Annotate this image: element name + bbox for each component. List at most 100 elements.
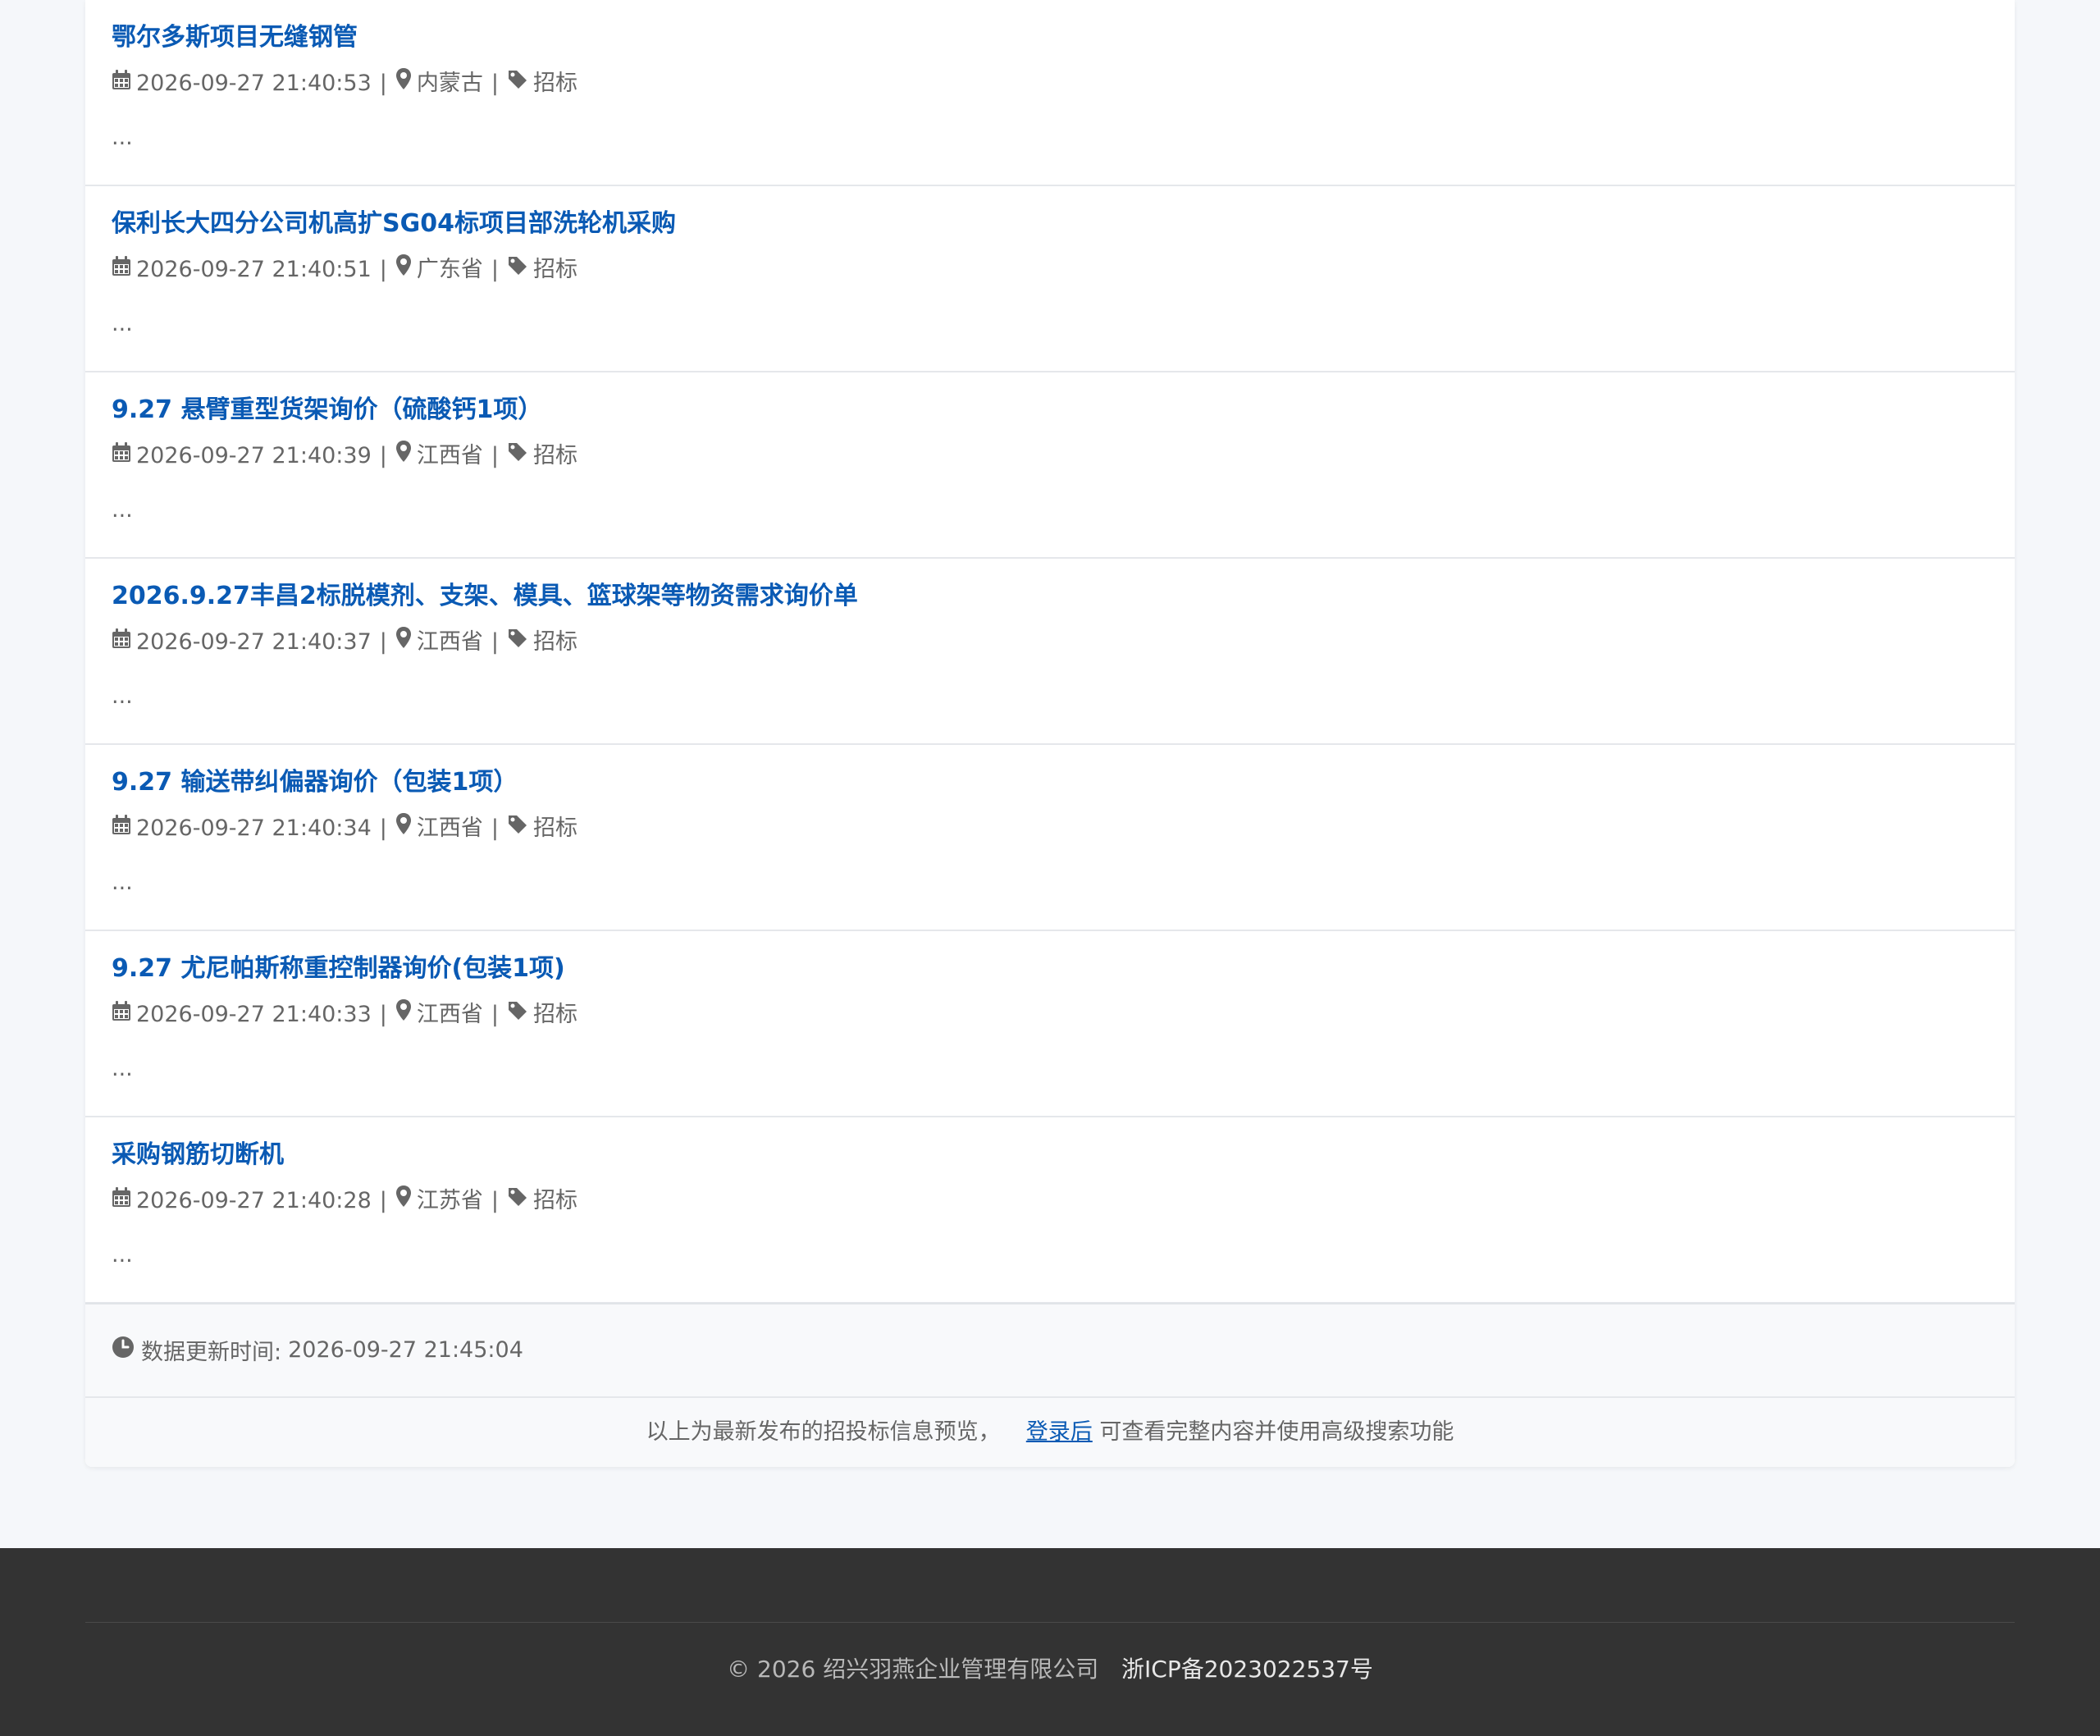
item-region: 江西省 — [416, 443, 483, 468]
meta-separator: | — [491, 257, 499, 282]
data-update-row: 数据更新时间: 2026-09-27 21:45:04 — [85, 1303, 2015, 1398]
tag-icon — [507, 626, 528, 659]
result-list: 鄂尔多斯项目无缝钢管 2026-09-27 21:40:53 | 内蒙古 | 招标... 保… — [85, 0, 2015, 1304]
item-type: 招标 — [532, 815, 578, 841]
item-region: 江西省 — [416, 629, 483, 655]
meta-separator: | — [491, 1188, 499, 1213]
item-summary: ... — [112, 497, 133, 523]
meta-separator: | — [491, 443, 499, 468]
item-date: 2026-09-27 21:40:51 — [136, 257, 372, 282]
item-summary: ... — [112, 683, 133, 709]
item-region: 广东省 — [416, 257, 483, 282]
notice-prefix: 以上为最新发布的招投标信息预览， — [646, 1419, 1001, 1445]
map-marker-icon — [395, 998, 412, 1031]
meta-separator: | — [491, 629, 499, 655]
update-time: 2026-09-27 21:45:04 — [288, 1337, 523, 1363]
item-date: 2026-09-27 21:40:37 — [136, 629, 372, 655]
list-item: 9.27 悬臂重型货架询价（硫酸钙1项） 2026-09-27 21:40:39 |… — [85, 372, 2015, 559]
item-meta: 2026-09-27 21:40:33 | 江西省 | 招标 — [112, 998, 578, 1031]
meta-separator: | — [379, 71, 387, 96]
item-region: 江西省 — [416, 1002, 483, 1027]
list-item: 9.27 输送带纠偏器询价（包装1项） 2026-09-27 21:40:34 | 江… — [85, 745, 2015, 931]
list-item: 9.27 尤尼帕斯称重控制器询价(包装1项) 2026-09-27 21:40:3… — [85, 931, 2015, 1117]
calendar-icon — [112, 1185, 131, 1217]
meta-separator: | — [379, 443, 387, 468]
calendar-icon — [112, 998, 131, 1031]
map-marker-icon — [395, 254, 412, 286]
item-title-link[interactable]: 9.27 悬臂重型货架询价（硫酸钙1项） — [112, 391, 542, 430]
item-meta: 2026-09-27 21:40:34 | 江西省 | 招标 — [112, 812, 578, 845]
map-marker-icon — [395, 1185, 412, 1217]
item-summary: ... — [112, 1056, 133, 1081]
item-type: 招标 — [532, 1002, 578, 1027]
item-meta: 2026-09-27 21:40:39 | 江西省 | 招标 — [112, 440, 578, 473]
list-item: 2026.9.27丰昌2标脱模剂、支架、模具、篮球架等物资需求询价单 2026-0… — [85, 559, 2015, 745]
item-date: 2026-09-27 21:40:39 — [136, 443, 372, 468]
icp-link[interactable]: 浙ICP备2023022537号 — [1121, 1656, 1373, 1683]
item-meta: 2026-09-27 21:40:51 | 广东省 | 招标 — [112, 254, 578, 286]
item-meta: 2026-09-27 21:40:28 | 江苏省 | 招标 — [112, 1185, 578, 1217]
tag-icon — [507, 254, 528, 286]
tag-icon — [507, 812, 528, 845]
item-type: 招标 — [532, 1188, 578, 1213]
footer-copyright: © 2026 绍兴羽燕企业管理有限公司 — [727, 1656, 1099, 1683]
item-title-link[interactable]: 9.27 尤尼帕斯称重控制器询价(包装1项) — [112, 949, 565, 989]
item-summary: ... — [112, 311, 133, 336]
item-type: 招标 — [532, 71, 578, 96]
update-label: 数据更新时间: — [141, 1340, 282, 1365]
item-title-link[interactable]: 采购钢筋切断机 — [112, 1135, 284, 1175]
footer: © 2026 绍兴羽燕企业管理有限公司 浙ICP备2023022537号 — [0, 1548, 2100, 1736]
meta-separator: | — [379, 1188, 387, 1213]
item-summary: ... — [112, 125, 133, 150]
meta-separator: | — [379, 629, 387, 655]
item-region: 江苏省 — [416, 1188, 483, 1213]
page: 鄂尔多斯项目无缝钢管 2026-09-27 21:40:53 | 内蒙古 | 招标... 保… — [0, 0, 2100, 1736]
item-date: 2026-09-27 21:40:33 — [136, 1002, 372, 1027]
item-date: 2026-09-27 21:40:53 — [136, 71, 372, 96]
tag-icon — [507, 998, 528, 1031]
calendar-icon — [112, 67, 131, 100]
item-summary: ... — [112, 870, 133, 895]
item-title-link[interactable]: 2026.9.27丰昌2标脱模剂、支架、模具、篮球架等物资需求询价单 — [112, 577, 858, 616]
item-date: 2026-09-27 21:40:28 — [136, 1188, 372, 1213]
item-type: 招标 — [532, 629, 578, 655]
item-meta: 2026-09-27 21:40:37 | 江西省 | 招标 — [112, 626, 578, 659]
calendar-icon — [112, 440, 131, 473]
map-marker-icon — [395, 440, 412, 473]
footer-divider — [85, 1622, 2015, 1623]
meta-separator: | — [491, 1002, 499, 1027]
notice-suffix: 可查看完整内容并使用高级搜索功能 — [1099, 1419, 1454, 1445]
clock-icon — [112, 1336, 135, 1364]
map-marker-icon — [395, 67, 412, 100]
item-title-link[interactable]: 保利长大四分公司机高扩SG04标项目部洗轮机采购 — [112, 204, 676, 244]
item-meta: 2026-09-27 21:40:53 | 内蒙古 | 招标 — [112, 67, 578, 100]
item-date: 2026-09-27 21:40:34 — [136, 815, 372, 841]
item-region: 内蒙古 — [416, 71, 483, 96]
meta-separator: | — [379, 815, 387, 841]
item-region: 江西省 — [416, 815, 483, 841]
list-item: 采购钢筋切断机 2026-09-27 21:40:28 | 江苏省 | 招标... — [85, 1117, 2015, 1304]
calendar-icon — [112, 254, 131, 286]
meta-separator: | — [491, 815, 499, 841]
calendar-icon — [112, 812, 131, 845]
meta-separator: | — [379, 1002, 387, 1027]
item-title-link[interactable]: 鄂尔多斯项目无缝钢管 — [112, 18, 358, 57]
tag-icon — [507, 67, 528, 100]
tag-icon — [507, 440, 528, 473]
login-notice: 以上为最新发布的招投标信息预览， 登录后 可查看完整内容并使用高级搜索功能 — [85, 1398, 2015, 1467]
tag-icon — [507, 1185, 528, 1217]
item-type: 招标 — [532, 257, 578, 282]
login-link[interactable]: 登录后 — [1026, 1419, 1093, 1445]
map-marker-icon — [395, 812, 412, 845]
item-summary: ... — [112, 1242, 133, 1268]
footer-copyright-line: © 2026 绍兴羽燕企业管理有限公司 浙ICP备2023022537号 — [0, 1651, 2100, 1684]
meta-separator: | — [491, 71, 499, 96]
results-card: 鄂尔多斯项目无缝钢管 2026-09-27 21:40:53 | 内蒙古 | 招标... 保… — [85, 0, 2015, 1467]
map-marker-icon — [395, 626, 412, 659]
item-type: 招标 — [532, 443, 578, 468]
list-item: 保利长大四分公司机高扩SG04标项目部洗轮机采购 2026-09-27 21:40… — [85, 186, 2015, 372]
data-update-info: 数据更新时间: 2026-09-27 21:45:04 — [112, 1334, 523, 1366]
calendar-icon — [112, 626, 131, 659]
meta-separator: | — [379, 257, 387, 282]
item-title-link[interactable]: 9.27 输送带纠偏器询价（包装1项） — [112, 763, 518, 802]
